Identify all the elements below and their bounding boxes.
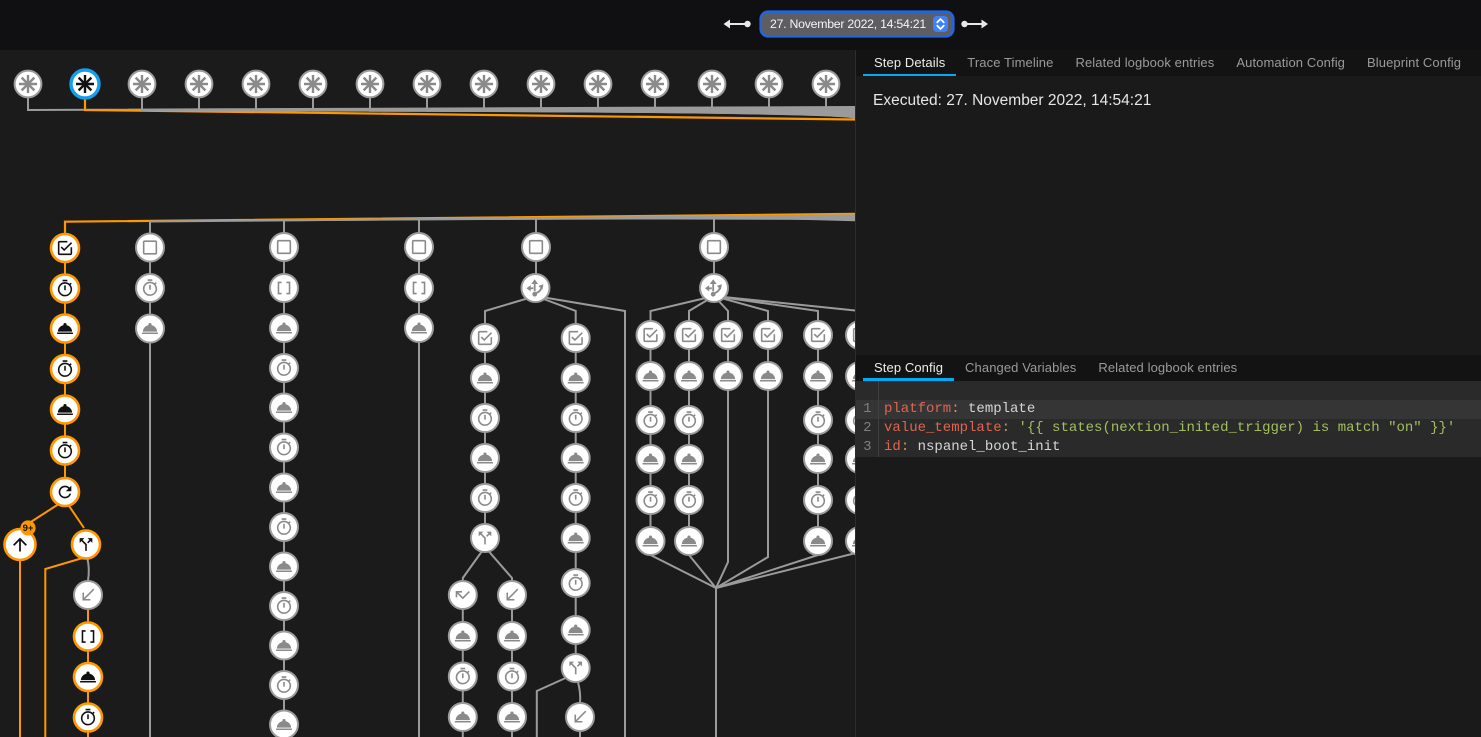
svg-text:9+: 9+ — [23, 523, 34, 534]
